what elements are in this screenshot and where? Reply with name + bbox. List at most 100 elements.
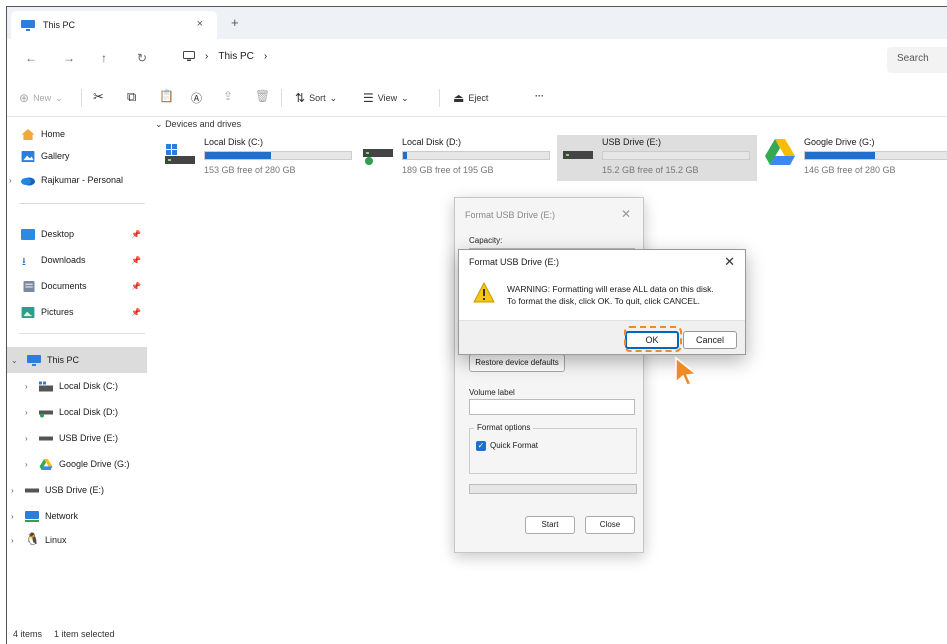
cursor-arrow-icon [675,356,698,386]
restore-defaults-button[interactable]: Restore device defaults [469,354,565,372]
close-icon[interactable]: ✕ [724,254,735,270]
share-icon[interactable]: ⇪ [223,89,233,103]
tab-this-pc[interactable]: This PC × [11,11,217,39]
volume-label-input[interactable] [469,399,635,415]
onedrive-icon [21,177,35,185]
sidebar-item-usb-e-root[interactable]: › USB Drive (E:) [7,479,147,501]
chevron-right-icon[interactable]: › [11,486,14,495]
chevron-right-icon[interactable]: › [9,176,12,185]
view-label: View [377,93,398,103]
home-icon [21,128,35,140]
paste-icon[interactable]: 📋 [159,89,174,103]
drive-free-space: 153 GB free of 280 GB [204,165,296,175]
search-input[interactable]: Search [887,47,947,73]
drive-tile-e[interactable]: USB Drive (E:) 15.2 GB free of 15.2 GB [557,135,757,181]
back-icon[interactable]: ← [25,51,37,65]
sidebar-item-home[interactable]: Home [7,123,147,145]
windows-drive-icon [165,144,195,164]
sidebar-item-pictures[interactable]: Pictures 📌 [7,301,147,323]
sidebar-item-network[interactable]: › Network [7,505,147,527]
sidebar-item-desktop[interactable]: Desktop 📌 [7,223,147,245]
view-icon: ☰ [363,91,374,105]
pc-icon [27,354,41,366]
cancel-button[interactable]: Cancel [683,331,737,349]
new-tab-icon[interactable]: + [231,15,239,30]
new-button[interactable]: ⊕ New ⌄ [19,91,63,105]
tab-title: This PC [43,20,76,30]
drive-tile-c[interactable]: Local Disk (C:) 153 GB free of 280 GB [159,135,359,181]
chevron-right-icon[interactable]: › [25,434,28,443]
selection-count: 1 item selected [54,629,115,639]
sidebar-item-gallery[interactable]: Gallery [7,145,147,167]
sidebar-item-local-disk-d[interactable]: › Local Disk (D:) [7,401,147,423]
chevron-right-icon[interactable]: › [25,460,28,469]
delete-icon[interactable]: 🗑 [255,89,270,103]
chevron-right-icon[interactable]: › [11,536,14,545]
breadcrumb[interactable]: › This PC › [183,51,267,62]
sidebar-item-downloads[interactable]: ⭳ Downloads 📌 [7,249,147,271]
quick-format-checkbox[interactable]: ✓ [476,441,486,451]
drive-tile-g[interactable]: Google Drive (G:) 146 GB free of 280 GB [759,135,947,181]
close-button[interactable]: Close [585,516,635,534]
forward-icon[interactable]: → [63,51,75,65]
pc-icon [21,19,35,31]
close-icon[interactable]: ✕ [621,207,631,221]
tab-close-icon[interactable]: × [197,18,203,30]
sidebar-item-this-pc[interactable]: ⌄ This PC [7,347,147,373]
plus-circle-icon: ⊕ [19,91,30,105]
chevron-down-icon: ⌄ [401,92,409,103]
usb-icon [563,151,593,159]
sort-button[interactable]: ⇅ Sort ⌄ [295,91,337,105]
breadcrumb-separator-icon[interactable]: › [264,51,267,62]
chevron-right-icon[interactable]: › [25,408,28,417]
google-drive-icon [765,139,795,165]
devices-section-header[interactable]: ⌄ Devices and drives [155,119,241,130]
drive-icon [39,410,53,417]
drive-usage-bar [804,151,947,160]
drive-usage-bar [602,151,750,160]
pin-icon[interactable]: 📌 [131,230,141,239]
quick-format-label: Quick Format [490,441,539,450]
drive-name: Local Disk (C:) [204,137,264,147]
chevron-down-icon[interactable]: ⌄ [11,356,18,365]
pin-icon[interactable]: 📌 [131,308,141,317]
desktop-icon [21,228,35,240]
sidebar-item-documents[interactable]: Documents 📌 [7,275,147,297]
up-icon[interactable]: ↑ [101,51,107,65]
drive-tile-d[interactable]: Local Disk (D:) 189 GB free of 195 GB [357,135,557,181]
sidebar-item-google-drive[interactable]: › Google Drive (G:) [7,453,147,475]
tab-bar: This PC × + [7,7,947,39]
eject-button[interactable]: ⏏ Eject [453,91,488,105]
pin-icon[interactable]: 📌 [131,282,141,291]
cut-icon[interactable]: ✂ [93,89,104,105]
pin-icon[interactable]: 📌 [131,256,141,265]
rename-icon[interactable]: Ⓐ [191,90,202,106]
monitor-icon [183,51,195,61]
sidebar-item-local-disk-c[interactable]: › Local Disk (C:) [7,375,147,397]
sidebar-item-usb-e[interactable]: › USB Drive (E:) [7,427,147,449]
downloads-icon: ⭳ [22,256,26,268]
chevron-right-icon[interactable]: › [25,382,28,391]
dialog-title: Format USB Drive (E:) [465,210,556,220]
format-progress-bar [469,484,637,494]
view-button[interactable]: ☰ View ⌄ [363,91,409,105]
copy-icon[interactable]: ⧉ [127,89,136,105]
usb-icon [25,488,39,492]
linux-icon: 🐧 [25,532,40,546]
drive-name: Google Drive (G:) [804,137,875,147]
start-button[interactable]: Start [525,516,575,534]
dialog-title: Format USB Drive (E:) [459,250,745,274]
usb-icon [39,436,53,440]
chevron-right-icon[interactable]: › [11,512,14,521]
refresh-icon[interactable]: ↻ [137,51,147,65]
sort-label: Sort [309,93,326,103]
breadcrumb-item[interactable]: This PC [218,51,254,62]
chevron-down-icon: ⌄ [55,92,63,103]
sidebar-item-linux[interactable]: › 🐧 Linux [7,529,147,551]
sidebar-item-onedrive[interactable]: › Rajkumar - Personal [7,169,147,191]
volume-label-caption: Volume label [469,388,515,397]
drive-name: Local Disk (D:) [402,137,462,147]
chevron-down-icon: ⌄ [155,119,163,129]
more-options-icon[interactable]: ··· [535,91,544,101]
drive-usage-bar [402,151,550,160]
